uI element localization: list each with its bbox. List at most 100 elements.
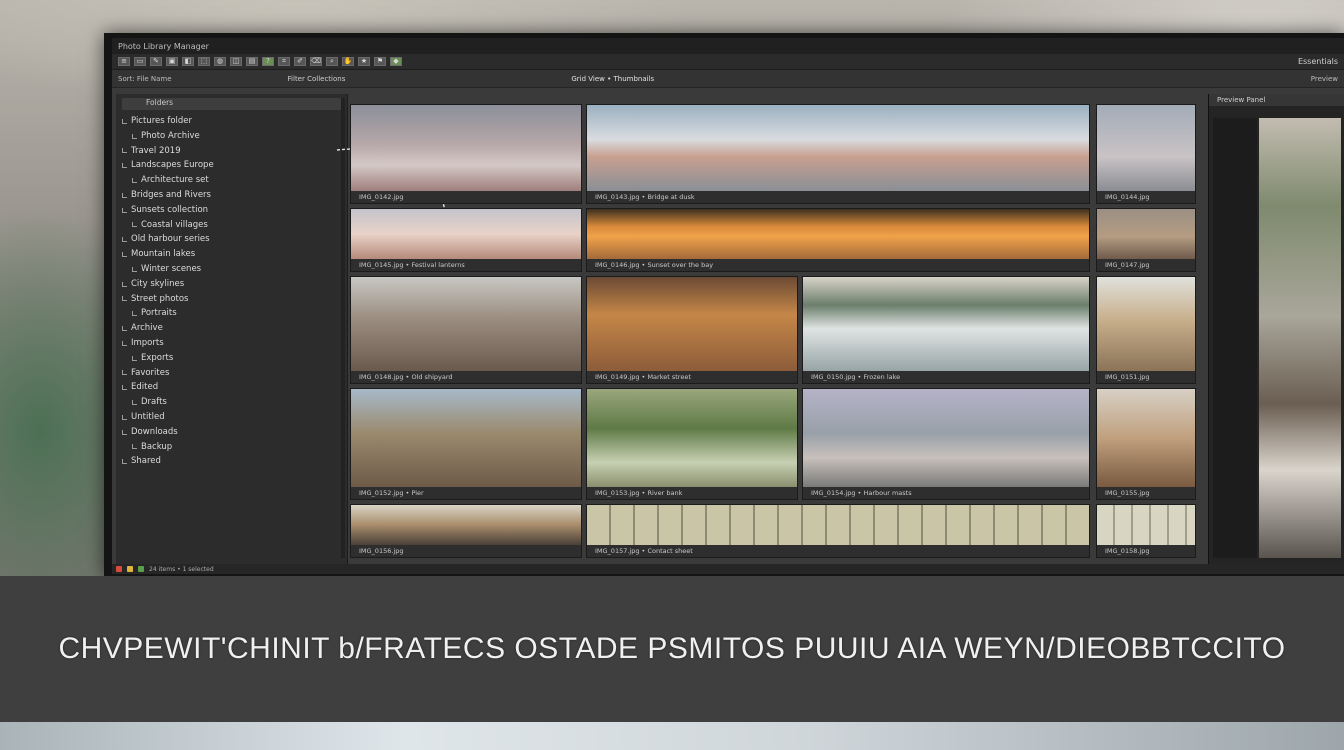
tree-branch-icon — [122, 340, 127, 346]
image-icon[interactable]: ▣ — [166, 57, 178, 66]
desk-glow — [0, 718, 1344, 750]
thumbnail-image — [587, 209, 1089, 259]
caption-banner: CHVPEWIT'CHINIT b/FRATECS OSTADE PSMITOS… — [0, 576, 1344, 722]
thumbnail-caption: IMG_0143.jpg • Bridge at dusk — [587, 191, 1089, 203]
sidebar-item[interactable]: Bridges and Rivers — [122, 188, 341, 203]
photo-thumbnail[interactable]: IMG_0156.jpg — [350, 504, 582, 558]
photo-thumbnail[interactable]: IMG_0147.jpg — [1096, 208, 1196, 272]
sidebar-item[interactable]: Archive — [122, 321, 341, 336]
tree-branch-icon — [122, 252, 127, 258]
thumbnail-image — [351, 389, 581, 487]
tree-branch-icon — [122, 326, 127, 332]
view-mode-label[interactable]: Grid View • Thumbnails — [571, 75, 654, 83]
preview-toggle[interactable]: Preview — [1311, 75, 1338, 83]
status-green-icon — [138, 566, 144, 572]
sidebar-item[interactable]: Mountain lakes — [122, 247, 341, 262]
sidebar-item[interactable]: City skylines — [122, 277, 341, 292]
sidebar-item[interactable]: Old harbour series — [122, 232, 341, 247]
sidebar-item-label: Winter scenes — [141, 263, 202, 274]
filter-option[interactable]: Filter Collections — [288, 75, 346, 83]
sidebar-item[interactable]: Landscapes Europe — [122, 158, 341, 173]
photo-thumbnail[interactable]: IMG_0150.jpg • Frozen lake — [802, 276, 1090, 384]
help-icon[interactable]: ? — [262, 57, 274, 66]
flag-icon[interactable]: ⚑ — [374, 57, 386, 66]
sidebar-item[interactable]: Architecture set — [122, 173, 341, 188]
sidebar-item[interactable]: Travel 2019 — [122, 144, 341, 159]
menu-icon[interactable]: ≡ — [118, 57, 130, 66]
preview-filmstrip[interactable] — [1213, 118, 1257, 558]
sidebar-item[interactable]: Portraits — [122, 306, 341, 321]
photo-thumbnail[interactable]: IMG_0154.jpg • Harbour masts — [802, 388, 1090, 500]
photo-thumbnail[interactable]: IMG_0148.jpg • Old shipyard — [350, 276, 582, 384]
photo-thumbnail[interactable]: IMG_0149.jpg • Market street — [586, 276, 798, 384]
sidebar-item-label: Landscapes Europe — [131, 160, 214, 171]
edit-icon[interactable]: ✎ — [150, 57, 162, 66]
tree-branch-icon — [122, 118, 127, 124]
sidebar-item[interactable]: Untitled — [122, 410, 341, 425]
photo-thumbnail[interactable]: IMG_0145.jpg • Festival lanterns — [350, 208, 582, 272]
workspace-switcher[interactable]: Essentials — [1298, 57, 1338, 66]
photo-thumbnail[interactable]: IMG_0142.jpg — [350, 104, 582, 204]
thumbnail-image — [587, 505, 1089, 545]
thumbnail-image — [351, 105, 581, 191]
thumbnail-caption: IMG_0156.jpg — [351, 545, 581, 557]
photo-thumbnail[interactable]: IMG_0157.jpg • Contact sheet — [586, 504, 1090, 558]
sidebar-item-label: Untitled — [131, 411, 165, 422]
sidebar-scrollbar[interactable] — [341, 98, 345, 558]
sidebar-item[interactable]: Drafts — [122, 395, 341, 410]
sidebar-item-label: City skylines — [131, 278, 185, 289]
thumbnail-caption: IMG_0144.jpg — [1097, 191, 1195, 203]
view-icon[interactable]: ◫ — [230, 57, 242, 66]
brush-icon[interactable]: ✐ — [294, 57, 306, 66]
caption-text: CHVPEWIT'CHINIT b/FRATECS OSTADE PSMITOS… — [58, 632, 1286, 665]
sidebar-item[interactable]: Winter scenes — [122, 262, 341, 277]
zoom-icon[interactable]: ⌕ — [326, 57, 338, 66]
file-icon[interactable]: ▭ — [134, 57, 146, 66]
options-bar: Sort: File Name Filter Collections Grid … — [112, 70, 1344, 88]
hand-icon[interactable]: ✋ — [342, 57, 354, 66]
sidebar-item[interactable]: Pictures folder — [122, 114, 341, 129]
eraser-icon[interactable]: ⌫ — [310, 57, 322, 66]
sidebar-item[interactable]: Edited — [122, 380, 341, 395]
tree-branch-icon — [132, 178, 137, 184]
sidebar-item[interactable]: Favorites — [122, 366, 341, 381]
sidebar-item-label: Favorites — [131, 367, 170, 378]
layer-icon[interactable]: ◧ — [182, 57, 194, 66]
sidebar-item[interactable]: Sunsets collection — [122, 203, 341, 218]
sidebar-item-label: Drafts — [141, 397, 167, 408]
sidebar-item[interactable]: Street photos — [122, 292, 341, 307]
photo-thumbnail[interactable]: IMG_0155.jpg — [1096, 388, 1196, 500]
photo-thumbnail[interactable]: IMG_0144.jpg — [1096, 104, 1196, 204]
tree-branch-icon — [122, 207, 127, 213]
sidebar-item-label: Coastal villages — [141, 219, 208, 230]
star-icon[interactable]: ★ — [358, 57, 370, 66]
status-bar: 24 items • 1 selected — [112, 564, 1344, 574]
photo-thumbnail[interactable]: IMG_0151.jpg — [1096, 276, 1196, 384]
sidebar-item[interactable]: Coastal villages — [122, 218, 341, 233]
sidebar-item[interactable]: Shared — [122, 454, 341, 469]
sidebar-item[interactable]: Exports — [122, 351, 341, 366]
sidebar-item[interactable]: Photo Archive — [122, 129, 341, 144]
window-icon[interactable]: ▤ — [246, 57, 258, 66]
photo-thumbnail[interactable]: IMG_0153.jpg • River bank — [586, 388, 798, 500]
status-yellow-icon — [127, 566, 133, 572]
preview-image[interactable] — [1259, 118, 1341, 558]
sidebar-item-label: Street photos — [131, 293, 189, 304]
photo-thumbnail[interactable]: IMG_0158.jpg — [1096, 504, 1196, 558]
sidebar-item[interactable]: Imports — [122, 336, 341, 351]
filter-icon[interactable]: ◍ — [214, 57, 226, 66]
sort-option[interactable]: Sort: File Name — [118, 75, 172, 83]
crop-icon[interactable]: ⌗ — [278, 57, 290, 66]
tree-branch-icon — [132, 311, 137, 317]
thumbnail-image — [351, 209, 581, 259]
photo-thumbnail[interactable]: IMG_0146.jpg • Sunset over the bay — [586, 208, 1090, 272]
thumbnail-caption: IMG_0146.jpg • Sunset over the bay — [587, 259, 1089, 271]
thumbnail-caption: IMG_0154.jpg • Harbour masts — [803, 487, 1089, 499]
photo-thumbnail[interactable]: IMG_0143.jpg • Bridge at dusk — [586, 104, 1090, 204]
sidebar-item[interactable]: Downloads — [122, 425, 341, 440]
tree-branch-icon — [122, 281, 127, 287]
label-icon[interactable]: ◆ — [390, 57, 402, 66]
sidebar-item[interactable]: Backup — [122, 440, 341, 455]
select-icon[interactable]: ⬚ — [198, 57, 210, 66]
photo-thumbnail[interactable]: IMG_0152.jpg • Pier — [350, 388, 582, 500]
